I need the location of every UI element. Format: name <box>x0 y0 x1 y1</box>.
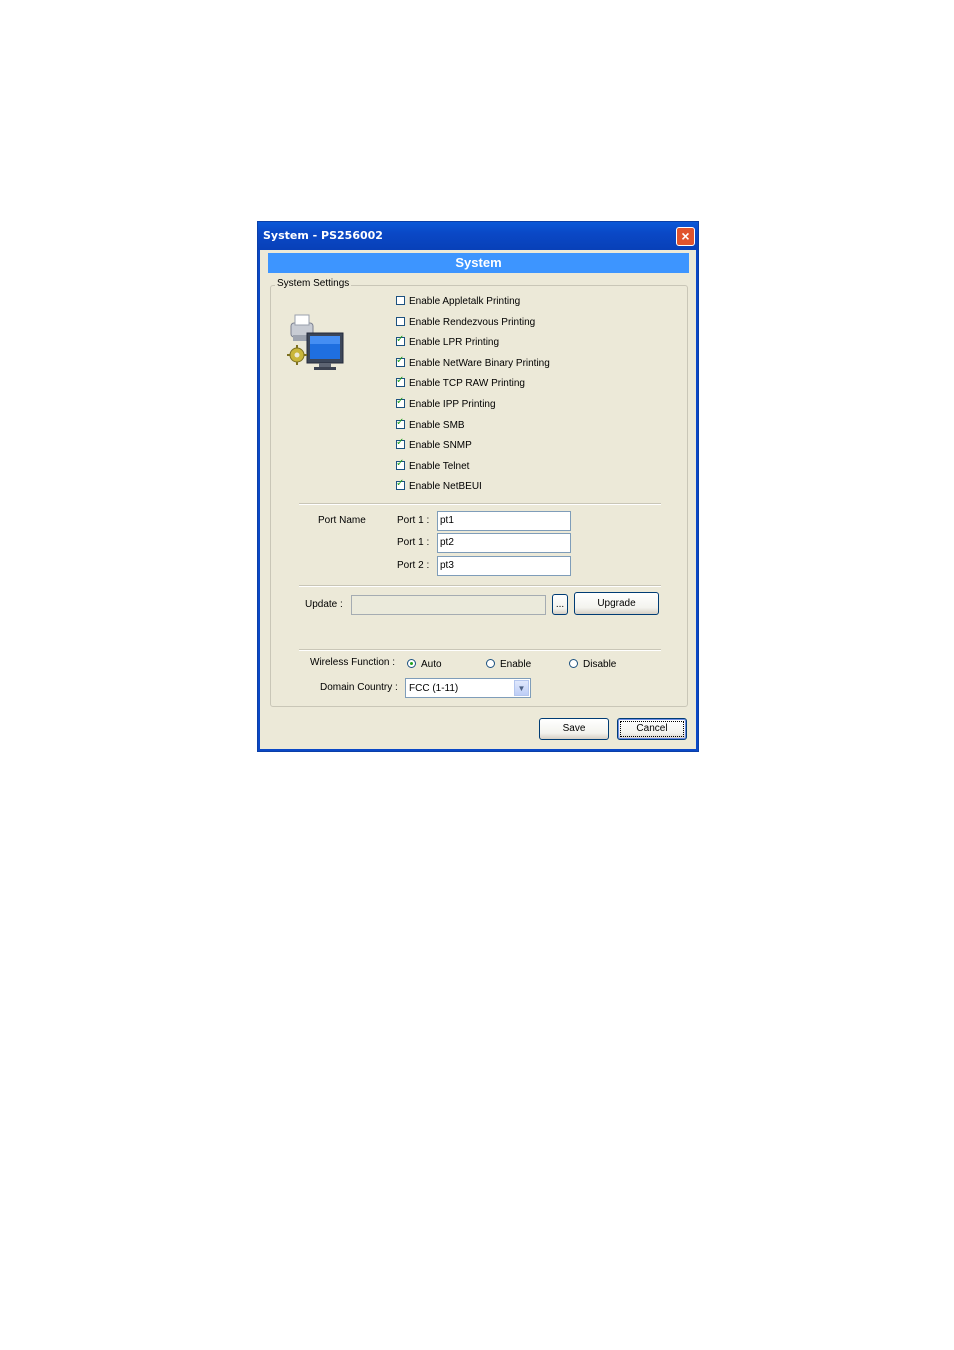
check-icon: ✓ <box>396 478 405 490</box>
close-icon[interactable]: × <box>676 227 695 246</box>
checkbox-box[interactable]: ✓ <box>396 354 405 367</box>
check-icon: ✓ <box>396 416 405 428</box>
port-2-input[interactable]: pt2 <box>437 533 571 553</box>
checkbox-box[interactable] <box>396 316 405 326</box>
option-checkbox[interactable]: Enable Appletalk Printing <box>396 296 520 307</box>
browse-button[interactable]: ... <box>552 594 568 615</box>
port-label: Port 1 : <box>397 537 430 548</box>
wireless-function-label: Wireless Function : <box>310 657 396 668</box>
option-label: Enable Rendezvous Printing <box>409 316 536 328</box>
option-checkbox[interactable]: ✓ Enable Telnet <box>396 457 470 472</box>
save-button[interactable]: Save <box>539 718 609 740</box>
window-title: System - PS256002 <box>263 229 383 242</box>
option-checkbox[interactable]: ✓ Enable IPP Printing <box>396 396 496 410</box>
option-label: Enable Telnet <box>409 460 470 472</box>
chevron-down-icon[interactable]: ▼ <box>514 680 529 696</box>
checkbox-box[interactable]: ✓ <box>396 416 405 429</box>
window-frame-left <box>258 250 260 751</box>
checkbox-box[interactable]: ✓ <box>396 396 405 408</box>
option-label: Enable LPR Printing <box>409 337 500 349</box>
window-frame-bottom <box>258 749 698 751</box>
domain-country-select[interactable]: FCC (1-11) ▼ <box>405 678 531 698</box>
checkbox-box[interactable]: ✓ <box>396 457 405 470</box>
checkbox-box[interactable] <box>396 296 405 305</box>
option-checkbox[interactable]: ✓ Enable SMB <box>396 416 465 431</box>
radio-label: Enable <box>500 659 532 670</box>
update-file-input[interactable] <box>351 595 546 615</box>
check-icon: ✓ <box>396 437 405 449</box>
checkbox-box[interactable]: ✓ <box>396 334 405 347</box>
separator <box>299 503 661 505</box>
title-bar[interactable]: System - PS256002 × <box>258 222 698 250</box>
checkbox-box[interactable]: ✓ <box>396 375 405 388</box>
update-label: Update : <box>305 599 343 610</box>
port-name-label: Port Name <box>318 515 366 526</box>
port-label: Port 2 : <box>397 560 430 571</box>
radio-indicator <box>569 659 578 668</box>
domain-country-label: Domain Country : <box>320 682 398 693</box>
option-checkbox[interactable]: ✓ Enable TCP RAW Printing <box>396 375 525 390</box>
check-icon: ✓ <box>396 334 405 346</box>
radio-auto[interactable]: Auto <box>407 659 442 670</box>
window-frame-right <box>696 250 698 751</box>
option-checkbox[interactable]: Enable Rendezvous Printing <box>396 316 536 328</box>
radio-label: Disable <box>583 659 617 670</box>
check-icon: ✓ <box>396 396 405 407</box>
port-3-input[interactable]: pt3 <box>437 556 571 576</box>
option-label: Enable SMB <box>409 419 465 431</box>
cancel-button[interactable]: Cancel <box>617 718 687 740</box>
check-icon: ✓ <box>396 457 405 469</box>
radio-indicator <box>486 659 495 668</box>
system-settings-group: System Settings Enable Appletalk Printin… <box>270 278 688 707</box>
upgrade-button[interactable]: Upgrade <box>574 592 659 615</box>
port-label: Port 1 : <box>397 515 430 526</box>
checkbox-box[interactable]: ✓ <box>396 478 405 491</box>
option-label: Enable NetWare Binary Printing <box>409 357 550 369</box>
option-label: Enable NetBEUI <box>409 481 482 493</box>
group-caption: System Settings <box>275 278 352 289</box>
option-checkbox[interactable]: ✓ Enable LPR Printing <box>396 334 500 349</box>
option-label: Enable TCP RAW Printing <box>409 378 525 390</box>
option-checkbox[interactable]: ✓ Enable NetWare Binary Printing <box>396 354 550 369</box>
check-icon: ✓ <box>396 354 405 366</box>
option-checkbox[interactable]: ✓ Enable NetBEUI <box>396 478 482 493</box>
separator <box>299 585 661 587</box>
radio-enable[interactable]: Enable <box>486 659 531 670</box>
printer-computer-icon <box>287 314 344 370</box>
separator <box>299 649 661 651</box>
radio-indicator <box>407 659 416 668</box>
checkbox-box[interactable]: ✓ <box>396 437 405 450</box>
option-label: Enable SNMP <box>409 440 472 452</box>
option-label: Enable IPP Printing <box>409 399 496 410</box>
port-1-input[interactable]: pt1 <box>437 511 571 531</box>
section-header: System <box>268 253 689 273</box>
option-checkbox[interactable]: ✓ Enable SNMP <box>396 437 472 452</box>
option-label: Enable Appletalk Printing <box>409 296 521 307</box>
radio-label: Auto <box>421 659 442 670</box>
domain-country-value: FCC (1-11) <box>409 683 459 694</box>
radio-disable[interactable]: Disable <box>569 659 616 670</box>
check-icon: ✓ <box>396 375 405 387</box>
system-dialog: System - PS256002 × System System Settin… <box>257 221 699 752</box>
